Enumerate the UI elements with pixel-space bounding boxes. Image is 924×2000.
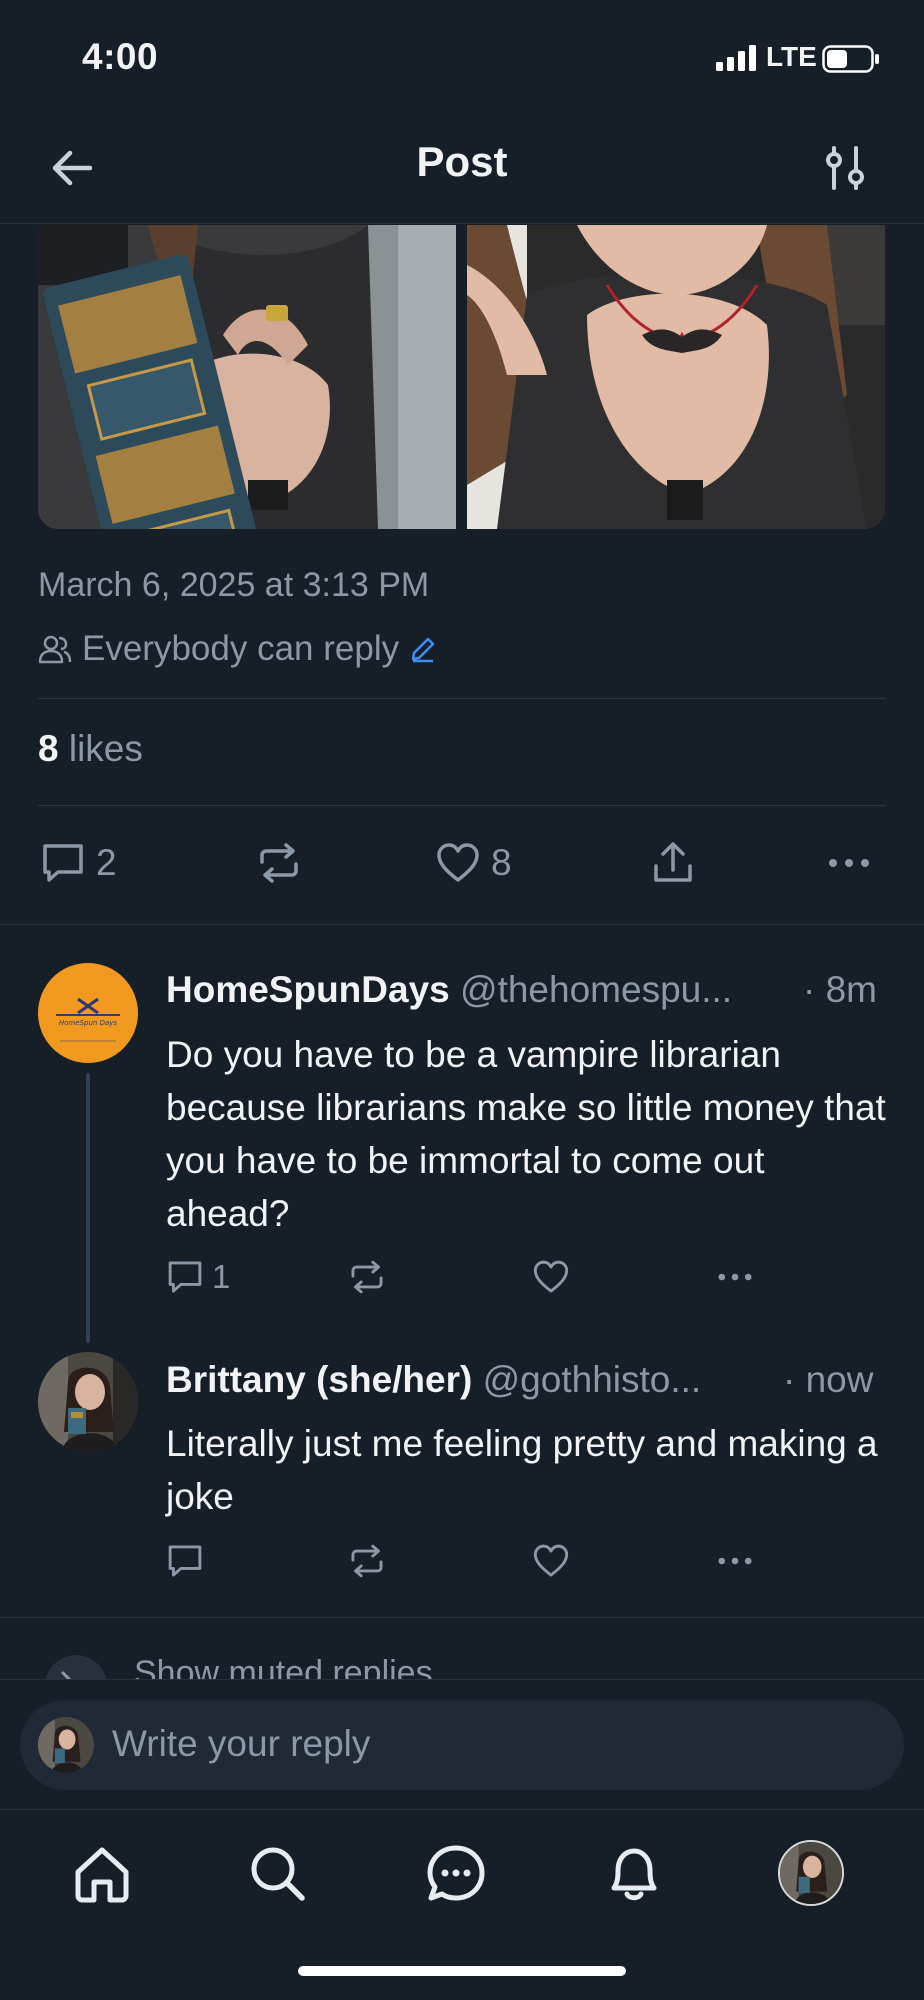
search-icon[interactable] — [246, 1842, 310, 1906]
repost-icon — [351, 1544, 383, 1578]
page-title: Post — [416, 138, 508, 185]
like-button[interactable] — [532, 1542, 570, 1580]
status-time: 4:00 — [82, 36, 159, 77]
speech-bubble-icon — [168, 1545, 202, 1577]
reply-header[interactable]: Brittany (she/her) @gothhisto... — [166, 1359, 701, 1401]
speech-bubble-icon — [168, 1261, 202, 1293]
reply-button[interactable]: 1 — [166, 1258, 230, 1296]
chat-icon[interactable] — [424, 1842, 488, 1906]
signal-icon — [716, 45, 756, 71]
likes-label: likes — [68, 728, 143, 769]
repost-button[interactable] — [256, 840, 312, 886]
home-indicator — [298, 1966, 626, 1976]
ellipsis-icon — [829, 859, 869, 867]
reply-author-name: Brittany (she/her) — [166, 1359, 473, 1400]
more-options-button[interactable] — [826, 840, 872, 886]
status-bar: 4:00 LTE — [0, 0, 924, 118]
avatar[interactable]: HomeSpun Days — [38, 963, 138, 1063]
repost-icon — [351, 1260, 383, 1294]
reply-author-name: HomeSpunDays — [166, 969, 450, 1010]
reply-header[interactable]: HomeSpunDays @thehomespu... — [166, 969, 732, 1011]
reply-author-handle: @gothhisto... — [482, 1359, 702, 1400]
heart-icon — [533, 1260, 569, 1293]
reply-author-handle: @thehomespu... — [460, 969, 733, 1010]
heart-icon — [437, 843, 479, 882]
likes-summary[interactable]: 8 likes — [38, 728, 143, 770]
share-icon — [654, 842, 692, 882]
thread-line — [86, 1073, 90, 1343]
likes-count: 8 — [38, 728, 59, 769]
post-screen: 4:00 LTE Post March 6, 2025 at 3:13 PM E… — [0, 0, 924, 2000]
section-divider — [0, 1617, 924, 1618]
reply-text: Literally just me feeling pretty and mak… — [166, 1423, 878, 1517]
section-divider — [0, 924, 924, 925]
reply-placeholder: Write your reply — [112, 1723, 371, 1764]
top-nav: Post — [0, 118, 924, 224]
people-icon — [38, 635, 72, 664]
repost-button[interactable] — [348, 1542, 386, 1580]
bell-icon[interactable] — [602, 1842, 666, 1906]
heart-icon — [533, 1544, 569, 1577]
reply-count: 2 — [96, 842, 117, 883]
repost-button[interactable] — [348, 1258, 386, 1296]
home-icon[interactable] — [70, 1842, 134, 1906]
pencil-icon[interactable] — [409, 635, 437, 663]
thread-settings-icon[interactable] — [818, 140, 874, 196]
battery-icon — [822, 45, 879, 73]
more-options-button[interactable] — [716, 1258, 754, 1296]
reply-permission[interactable]: Everybody can reply — [38, 626, 437, 672]
like-button[interactable]: 8 — [435, 840, 512, 886]
ellipsis-icon — [718, 1273, 752, 1281]
share-button[interactable] — [650, 840, 696, 886]
reply-time: · now — [783, 1359, 874, 1400]
more-options-button[interactable] — [716, 1542, 754, 1580]
reply-time: · 8m — [803, 969, 877, 1010]
avatar[interactable] — [38, 1352, 138, 1452]
reply-button[interactable]: 2 — [40, 840, 117, 886]
network-type: LTE — [766, 41, 817, 72]
avatar-logo-text: HomeSpun Days — [59, 1019, 117, 1027]
speech-bubble-icon — [43, 844, 83, 882]
repost-icon — [260, 843, 298, 883]
post-image-2[interactable] — [467, 225, 885, 529]
post-timestamp: March 6, 2025 at 3:13 PM — [38, 566, 430, 604]
divider — [38, 698, 886, 699]
divider — [38, 805, 886, 806]
reply-count: 1 — [212, 1258, 231, 1295]
like-button[interactable] — [532, 1258, 570, 1296]
reply-composer-bar: Write your reply — [0, 1679, 924, 1809]
like-count: 8 — [491, 842, 512, 883]
reply-input[interactable]: Write your reply — [20, 1700, 904, 1790]
reply-permission-text: Everybody can reply — [82, 629, 400, 668]
reply-text: Do you have to be a vampire librarian be… — [166, 1034, 886, 1234]
profile-avatar[interactable] — [778, 1840, 844, 1906]
reply-button[interactable] — [166, 1542, 212, 1580]
post-image-1[interactable] — [38, 225, 456, 529]
avatar — [38, 1717, 94, 1773]
ellipsis-icon — [718, 1557, 752, 1565]
